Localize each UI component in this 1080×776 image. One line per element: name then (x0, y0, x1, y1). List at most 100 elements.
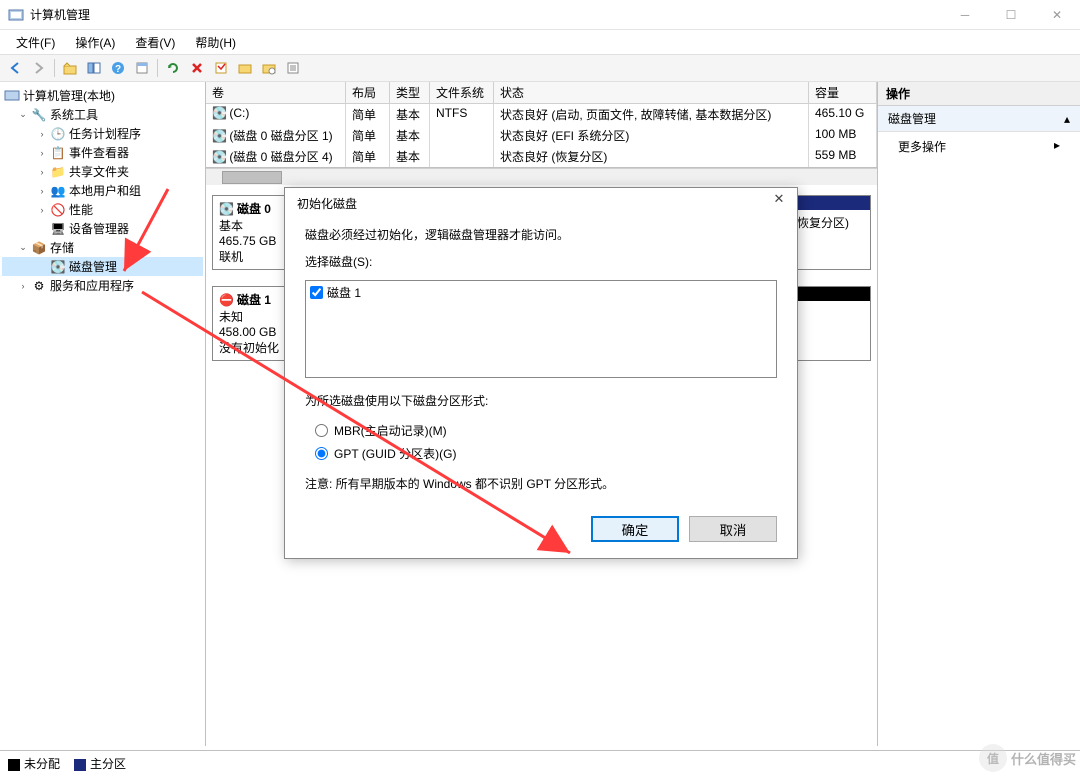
select-disk-label: 选择磁盘(S): (305, 253, 777, 270)
folder-icon-1[interactable] (234, 57, 256, 79)
menu-file[interactable]: 文件(F) (6, 30, 65, 55)
tree-event-viewer[interactable]: ›📋事件查看器 (2, 143, 203, 162)
expand-icon[interactable]: › (37, 186, 47, 196)
services-icon: ⚙ (31, 278, 47, 294)
legend-swatch-unalloc (8, 759, 20, 771)
disk-list[interactable]: 磁盘 1 (305, 280, 777, 378)
collapse-icon[interactable]: ▴ (1064, 112, 1070, 126)
col-capacity[interactable]: 容量 (809, 82, 877, 103)
help-button[interactable]: ? (107, 57, 129, 79)
table-row[interactable]: 💽 (磁盘 0 磁盘分区 1)简单基本状态良好 (EFI 系统分区)100 MB (206, 125, 877, 146)
actions-header: 操作 (878, 82, 1080, 106)
computer-icon (4, 88, 20, 104)
navigation-tree[interactable]: 计算机管理(本地) ⌄🔧系统工具 ›🕒任务计划程序 ›📋事件查看器 ›📁共享文件… (0, 82, 206, 746)
mbr-option[interactable]: MBR(主启动记录)(M) (305, 419, 777, 442)
event-icon: 📋 (50, 145, 66, 161)
svg-text:?: ? (115, 64, 121, 75)
menubar: 文件(F) 操作(A) 查看(V) 帮助(H) (0, 30, 1080, 54)
close-button[interactable]: ✕ (1034, 0, 1080, 30)
storage-icon: 📦 (31, 240, 47, 256)
gpt-option[interactable]: GPT (GUID 分区表)(G) (305, 442, 777, 465)
users-icon: 👥 (50, 183, 66, 199)
tree-disk-management[interactable]: 💽磁盘管理 (2, 257, 203, 276)
menu-view[interactable]: 查看(V) (125, 30, 185, 55)
legend: 未分配 主分区 (0, 750, 1080, 776)
col-layout[interactable]: 布局 (346, 82, 390, 103)
horizontal-scrollbar[interactable] (206, 168, 877, 185)
actions-pane: 操作 磁盘管理 ▴ 更多操作 ▸ (878, 82, 1080, 746)
forward-button[interactable] (28, 57, 50, 79)
refresh-button[interactable] (162, 57, 184, 79)
table-header[interactable]: 卷 布局 类型 文件系统 状态 容量 (206, 82, 877, 104)
tree-system-tools[interactable]: ⌄🔧系统工具 (2, 105, 203, 124)
partition-style-label: 为所选磁盘使用以下磁盘分区形式: (305, 392, 777, 409)
mbr-radio[interactable] (315, 424, 328, 437)
toolbar: ? (0, 54, 1080, 82)
clock-icon: 🕒 (50, 126, 66, 142)
tree-task-scheduler[interactable]: ›🕒任务计划程序 (2, 124, 203, 143)
tree-device-manager[interactable]: 🖥设备管理器 (2, 219, 203, 238)
scroll-thumb[interactable] (222, 171, 282, 184)
col-status[interactable]: 状态 (494, 82, 809, 103)
disk-error-icon: ⛔ (219, 293, 234, 307)
expand-icon[interactable]: › (37, 148, 47, 158)
actions-more[interactable]: 更多操作 ▸ (878, 132, 1080, 161)
titlebar: 计算机管理 ─ ☐ ✕ (0, 0, 1080, 30)
col-volume[interactable]: 卷 (206, 82, 346, 103)
disk-checkbox[interactable] (310, 286, 323, 299)
expand-icon[interactable]: › (37, 205, 47, 215)
partition-recovery[interactable]: 恢复分区) (790, 196, 870, 269)
disk-list-item[interactable]: 磁盘 1 (308, 283, 774, 302)
tree-storage[interactable]: ⌄📦存储 (2, 238, 203, 257)
folder-icon-2[interactable] (258, 57, 280, 79)
tree-root[interactable]: 计算机管理(本地) (2, 86, 203, 105)
window-title: 计算机管理 (30, 6, 942, 23)
chevron-right-icon: ▸ (1054, 138, 1060, 155)
perf-icon: 🚫 (50, 202, 66, 218)
expand-icon[interactable]: › (18, 281, 28, 291)
delete-icon[interactable] (186, 57, 208, 79)
watermark-icon: 值 (979, 744, 1007, 772)
minimize-button[interactable]: ─ (942, 0, 988, 30)
dialog-note: 注意: 所有早期版本的 Windows 都不识别 GPT 分区形式。 (305, 475, 777, 492)
disk-icon: 💽 (50, 259, 66, 275)
gpt-radio[interactable] (315, 447, 328, 460)
legend-swatch-primary (74, 759, 86, 771)
dialog-close-button[interactable]: ✕ (763, 191, 795, 215)
ok-button[interactable]: 确定 (591, 516, 679, 542)
initialize-disk-dialog: 初始化磁盘 ✕ 磁盘必须经过初始化，逻辑磁盘管理器才能访问。 选择磁盘(S): … (284, 187, 798, 559)
app-icon (8, 7, 24, 23)
cancel-button[interactable]: 取消 (689, 516, 777, 542)
expand-icon[interactable]: › (37, 129, 47, 139)
volume-table[interactable]: 卷 布局 类型 文件系统 状态 容量 💽 (C:)简单基本NTFS状态良好 (启… (206, 82, 877, 168)
table-row[interactable]: 💽 (C:)简单基本NTFS状态良好 (启动, 页面文件, 故障转储, 基本数据… (206, 104, 877, 125)
dialog-titlebar[interactable]: 初始化磁盘 ✕ (285, 188, 797, 218)
col-filesystem[interactable]: 文件系统 (430, 82, 494, 103)
disk-icon: 💽 (219, 202, 234, 216)
maximize-button[interactable]: ☐ (988, 0, 1034, 30)
tree-services-apps[interactable]: ›⚙服务和应用程序 (2, 276, 203, 295)
folder-icon: 📁 (50, 164, 66, 180)
back-button[interactable] (4, 57, 26, 79)
properties-button[interactable] (131, 57, 153, 79)
rescan-icon[interactable] (210, 57, 232, 79)
dialog-title: 初始化磁盘 (297, 195, 357, 212)
up-button[interactable] (59, 57, 81, 79)
expand-icon[interactable]: › (37, 167, 47, 177)
device-icon: 🖥 (50, 221, 66, 237)
tree-local-users[interactable]: ›👥本地用户和组 (2, 181, 203, 200)
dialog-intro: 磁盘必须经过初始化，逻辑磁盘管理器才能访问。 (305, 226, 777, 243)
menu-action[interactable]: 操作(A) (65, 30, 125, 55)
table-row[interactable]: 💽 (磁盘 0 磁盘分区 4)简单基本状态良好 (恢复分区)559 MB (206, 146, 877, 167)
menu-help[interactable]: 帮助(H) (185, 30, 246, 55)
tree-shared-folders[interactable]: ›📁共享文件夹 (2, 162, 203, 181)
list-view-icon[interactable] (282, 57, 304, 79)
col-type[interactable]: 类型 (390, 82, 430, 103)
show-hide-tree-button[interactable] (83, 57, 105, 79)
collapse-icon[interactable]: ⌄ (18, 242, 28, 253)
collapse-icon[interactable]: ⌄ (18, 109, 28, 120)
tree-performance[interactable]: ›🚫性能 (2, 200, 203, 219)
actions-category[interactable]: 磁盘管理 ▴ (878, 106, 1080, 132)
watermark: 值 什么值得买 (979, 744, 1076, 772)
tools-icon: 🔧 (31, 107, 47, 123)
